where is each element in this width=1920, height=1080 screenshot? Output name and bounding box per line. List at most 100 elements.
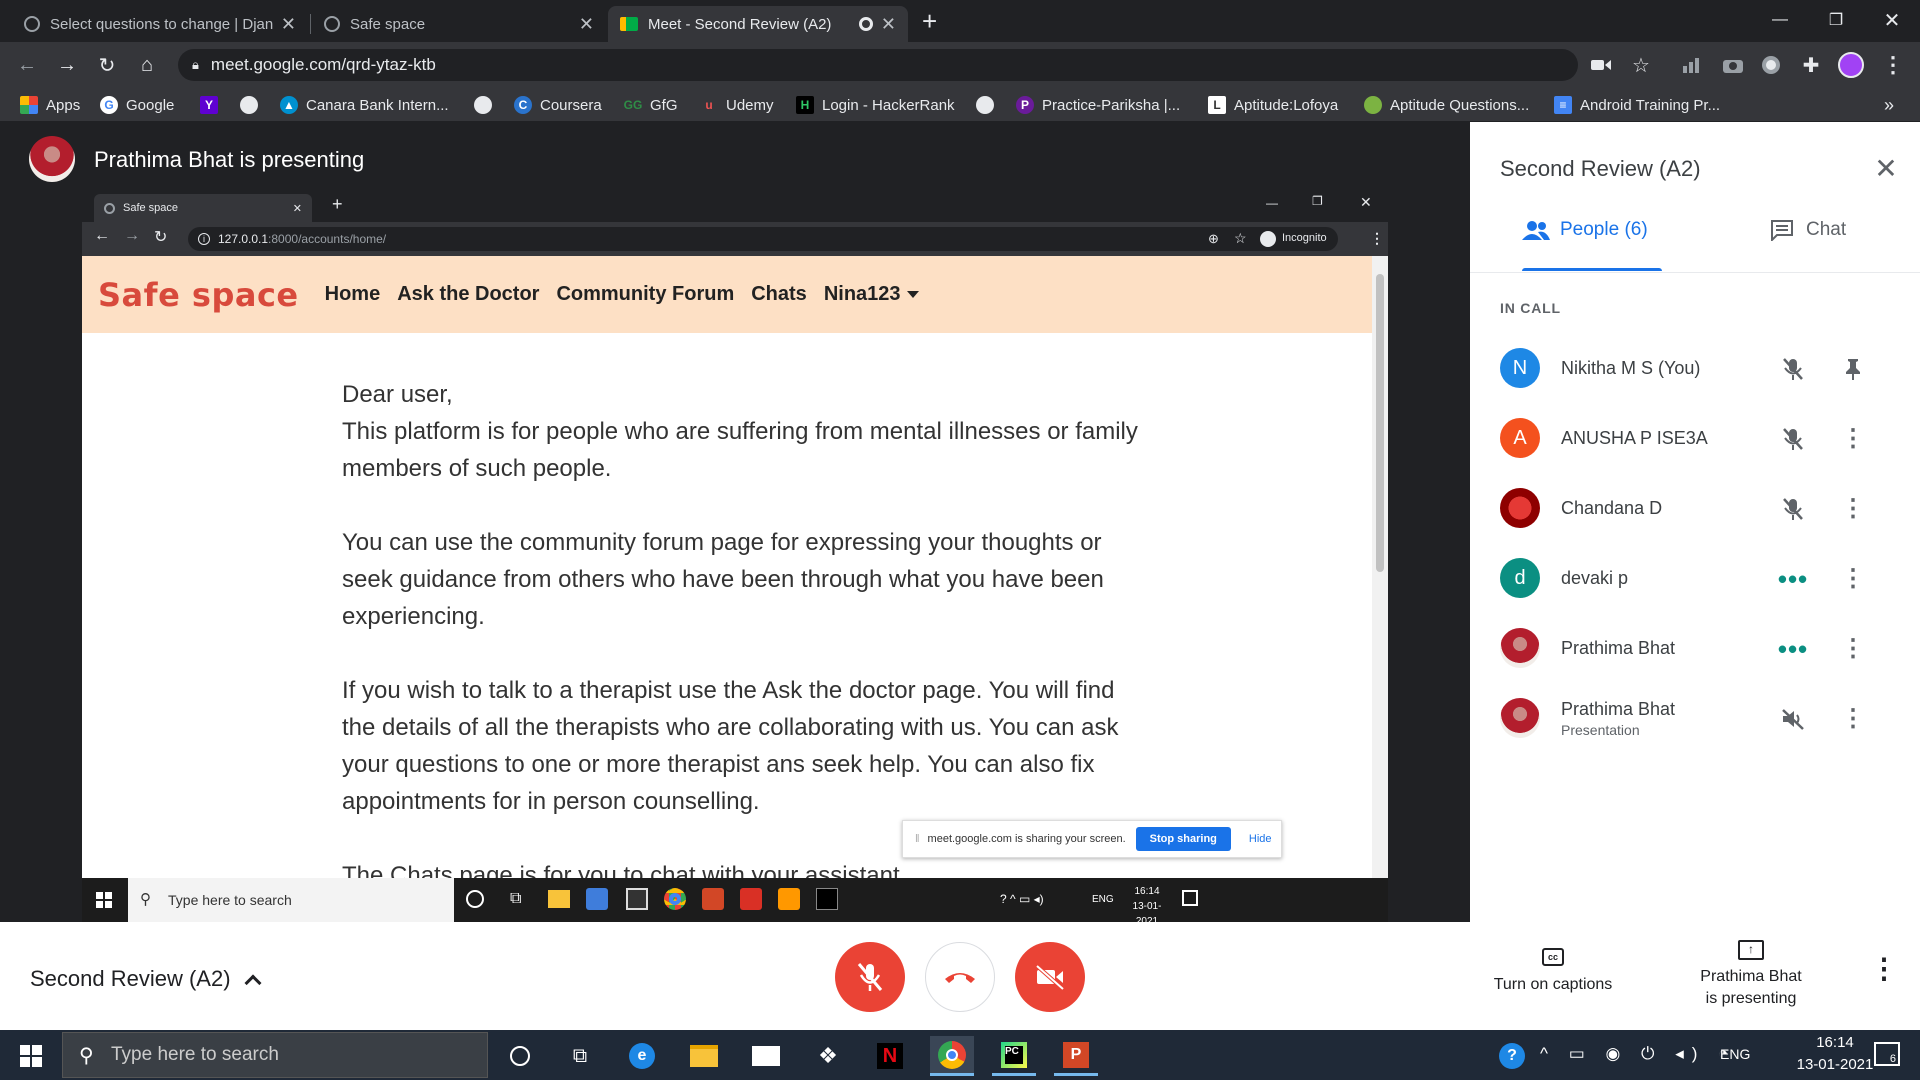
chevron-up-icon — [244, 974, 262, 992]
mic-off-icon — [1780, 496, 1806, 522]
taskbar-clock[interactable]: 16:14 13-01-2021 — [1790, 1032, 1880, 1076]
more-options-icon[interactable]: ⋮ — [1840, 496, 1866, 522]
bookmark-pariksha[interactable]: P Practice-Pariksha |... — [1016, 88, 1180, 122]
browser-tab-meet[interactable]: Meet - Second Review (A2) ✕ — [608, 6, 908, 42]
mic-toggle-button[interactable] — [835, 942, 905, 1012]
shared-clock: 16:14 13-01-2021 — [1122, 884, 1172, 922]
hackerrank-icon: H — [796, 96, 814, 114]
task-view-icon: ⧉ — [510, 890, 522, 907]
more-options-icon[interactable]: ⋮ — [1840, 636, 1866, 662]
pycharm-icon[interactable]: PC — [992, 1036, 1036, 1076]
file-explorer-icon[interactable] — [682, 1036, 726, 1076]
hide-button: Hide — [1248, 833, 1272, 845]
participant-row[interactable]: N Nikitha M S (You) — [1500, 338, 1900, 398]
url-text: meet.google.com/qrd-ytaz-ktb — [210, 55, 436, 74]
mic-off-icon — [1780, 426, 1806, 452]
record-extension-icon[interactable] — [1758, 52, 1784, 78]
close-window-icon[interactable]: ✕ — [1864, 0, 1920, 40]
camera-toggle-button[interactable] — [1015, 942, 1085, 1012]
bookmark-lofoya[interactable]: L Aptitude:Lofoya — [1208, 88, 1338, 122]
minimize-icon: — — [1266, 196, 1278, 210]
bookmark-canara[interactable]: ▲ Canara Bank Intern... — [280, 88, 449, 122]
bookmark-globe-2[interactable] — [474, 88, 500, 122]
meeting-details-toggle[interactable]: Second Review (A2) — [30, 966, 262, 992]
participant-row[interactable]: Prathima Bhat Presentation ⋮ — [1500, 688, 1900, 748]
dropbox-icon[interactable]: ❖ — [806, 1036, 850, 1076]
notifications-icon[interactable]: 6 — [1874, 1042, 1900, 1066]
shared-taskbar-search: ⚲ Type here to search — [128, 878, 454, 922]
participant-row[interactable]: A ANUSHA P ISE3A ⋮ — [1500, 408, 1900, 468]
address-bar[interactable]: 🔒︎ meet.google.com/qrd-ytaz-ktb — [178, 49, 1578, 81]
profile-avatar-icon[interactable] — [1838, 52, 1864, 78]
bookmark-gfg[interactable]: GG GfG — [624, 88, 678, 122]
camera-in-use-icon[interactable] — [1588, 52, 1614, 78]
more-options-icon[interactable]: ⋮ — [1840, 706, 1866, 732]
bookmark-aptitude[interactable]: Aptitude Questions... — [1364, 88, 1529, 122]
close-tab-icon[interactable]: ✕ — [881, 14, 896, 35]
browser-tab-django[interactable]: Select questions to change | Djan ✕ — [12, 6, 308, 42]
browser-menu-icon[interactable]: ⋮ — [1880, 52, 1906, 78]
close-panel-icon[interactable]: ✕ — [1870, 152, 1902, 184]
recording-icon — [858, 17, 873, 31]
bookmark-coursera[interactable]: C Coursera — [514, 88, 602, 122]
bookmark-apps[interactable]: Apps — [20, 88, 80, 122]
more-options-icon[interactable]: ⋮ — [1840, 426, 1866, 452]
browser-tab-safe-space[interactable]: Safe space ✕ — [312, 6, 606, 42]
help-icon[interactable]: ? — [1490, 1036, 1534, 1076]
edge-icon[interactable]: e — [620, 1036, 664, 1076]
sublime-icon — [778, 888, 800, 910]
participant-row[interactable]: Prathima Bhat ••• ⋮ — [1500, 618, 1900, 678]
mail-icon[interactable] — [744, 1036, 788, 1076]
captions-label: Turn on captions — [1493, 976, 1613, 993]
cortana-icon[interactable] — [498, 1036, 542, 1076]
tab-chat[interactable]: Chat — [1770, 204, 1846, 256]
more-bookmarks-icon[interactable]: » — [1884, 88, 1894, 122]
netflix-icon[interactable]: N — [868, 1036, 912, 1076]
bookmark-hackerrank[interactable]: H Login - HackerRank — [796, 88, 955, 122]
forward-icon[interactable]: → — [52, 50, 82, 80]
back-icon[interactable]: ← — [12, 50, 42, 80]
captions-button[interactable]: cc Turn on captions — [1480, 948, 1626, 994]
speaking-indicator-icon: ••• — [1777, 634, 1809, 664]
participant-avatar — [1500, 698, 1540, 738]
language-indicator[interactable]: ENG — [1720, 1046, 1750, 1062]
windows-start-icon[interactable] — [20, 1045, 42, 1067]
minimize-icon[interactable]: — — [1752, 0, 1808, 40]
powerpoint-icon[interactable]: P — [1054, 1036, 1098, 1076]
close-tab-icon[interactable]: ✕ — [579, 14, 594, 35]
bookmark-udemy[interactable]: u Udemy — [700, 88, 773, 122]
chrome-icon[interactable] — [930, 1036, 974, 1076]
more-options-icon[interactable]: ⋮ — [1840, 566, 1866, 592]
pin-icon[interactable] — [1840, 356, 1866, 382]
bookmark-google[interactable]: G Google — [100, 88, 174, 122]
new-tab-icon[interactable]: + — [922, 6, 937, 37]
bookmark-globe[interactable] — [240, 88, 266, 122]
mic-off-icon — [857, 963, 883, 991]
participant-row[interactable]: Chandana D ⋮ — [1500, 478, 1900, 538]
leave-call-button[interactable] — [925, 942, 995, 1012]
shared-date: 13-01-2021 — [1132, 901, 1162, 922]
presenting-button[interactable]: ↑ Prathima Bhat is presenting — [1680, 940, 1822, 1010]
bookmark-yahoo[interactable]: Y — [200, 88, 226, 122]
taskbar-search[interactable]: ⚲ Type here to search — [62, 1032, 488, 1078]
camera-off-icon — [1035, 964, 1065, 990]
tray-icons[interactable]: ^ ▭ ◉ ⏻ ◂) ◔ — [1540, 1044, 1736, 1064]
tab-people[interactable]: People (6) — [1522, 204, 1648, 256]
forward-icon: → — [124, 227, 140, 244]
more-options-icon[interactable]: ⋮ — [1870, 955, 1898, 983]
file-explorer-icon — [548, 890, 570, 908]
extension-chart-icon[interactable] — [1680, 52, 1706, 78]
participant-row[interactable]: d devaki p ••• ⋮ — [1500, 548, 1900, 608]
bookmark-android[interactable]: ≡ Android Training Pr... — [1554, 88, 1720, 122]
bookmark-label: Coursera — [540, 96, 602, 114]
task-view-icon[interactable]: ⧉ — [558, 1036, 602, 1076]
star-icon[interactable]: ☆ — [1628, 52, 1654, 78]
extensions-puzzle-icon[interactable]: ✚ — [1798, 52, 1824, 78]
speaker-off-icon — [1780, 706, 1806, 732]
close-tab-icon[interactable]: ✕ — [281, 14, 296, 35]
screenshot-extension-icon[interactable] — [1720, 52, 1746, 78]
home-icon[interactable]: ⌂ — [132, 50, 162, 80]
reload-icon[interactable]: ↻ — [92, 50, 122, 80]
restore-icon[interactable]: ❐ — [1808, 0, 1864, 40]
bookmark-globe-3[interactable] — [976, 88, 1002, 122]
